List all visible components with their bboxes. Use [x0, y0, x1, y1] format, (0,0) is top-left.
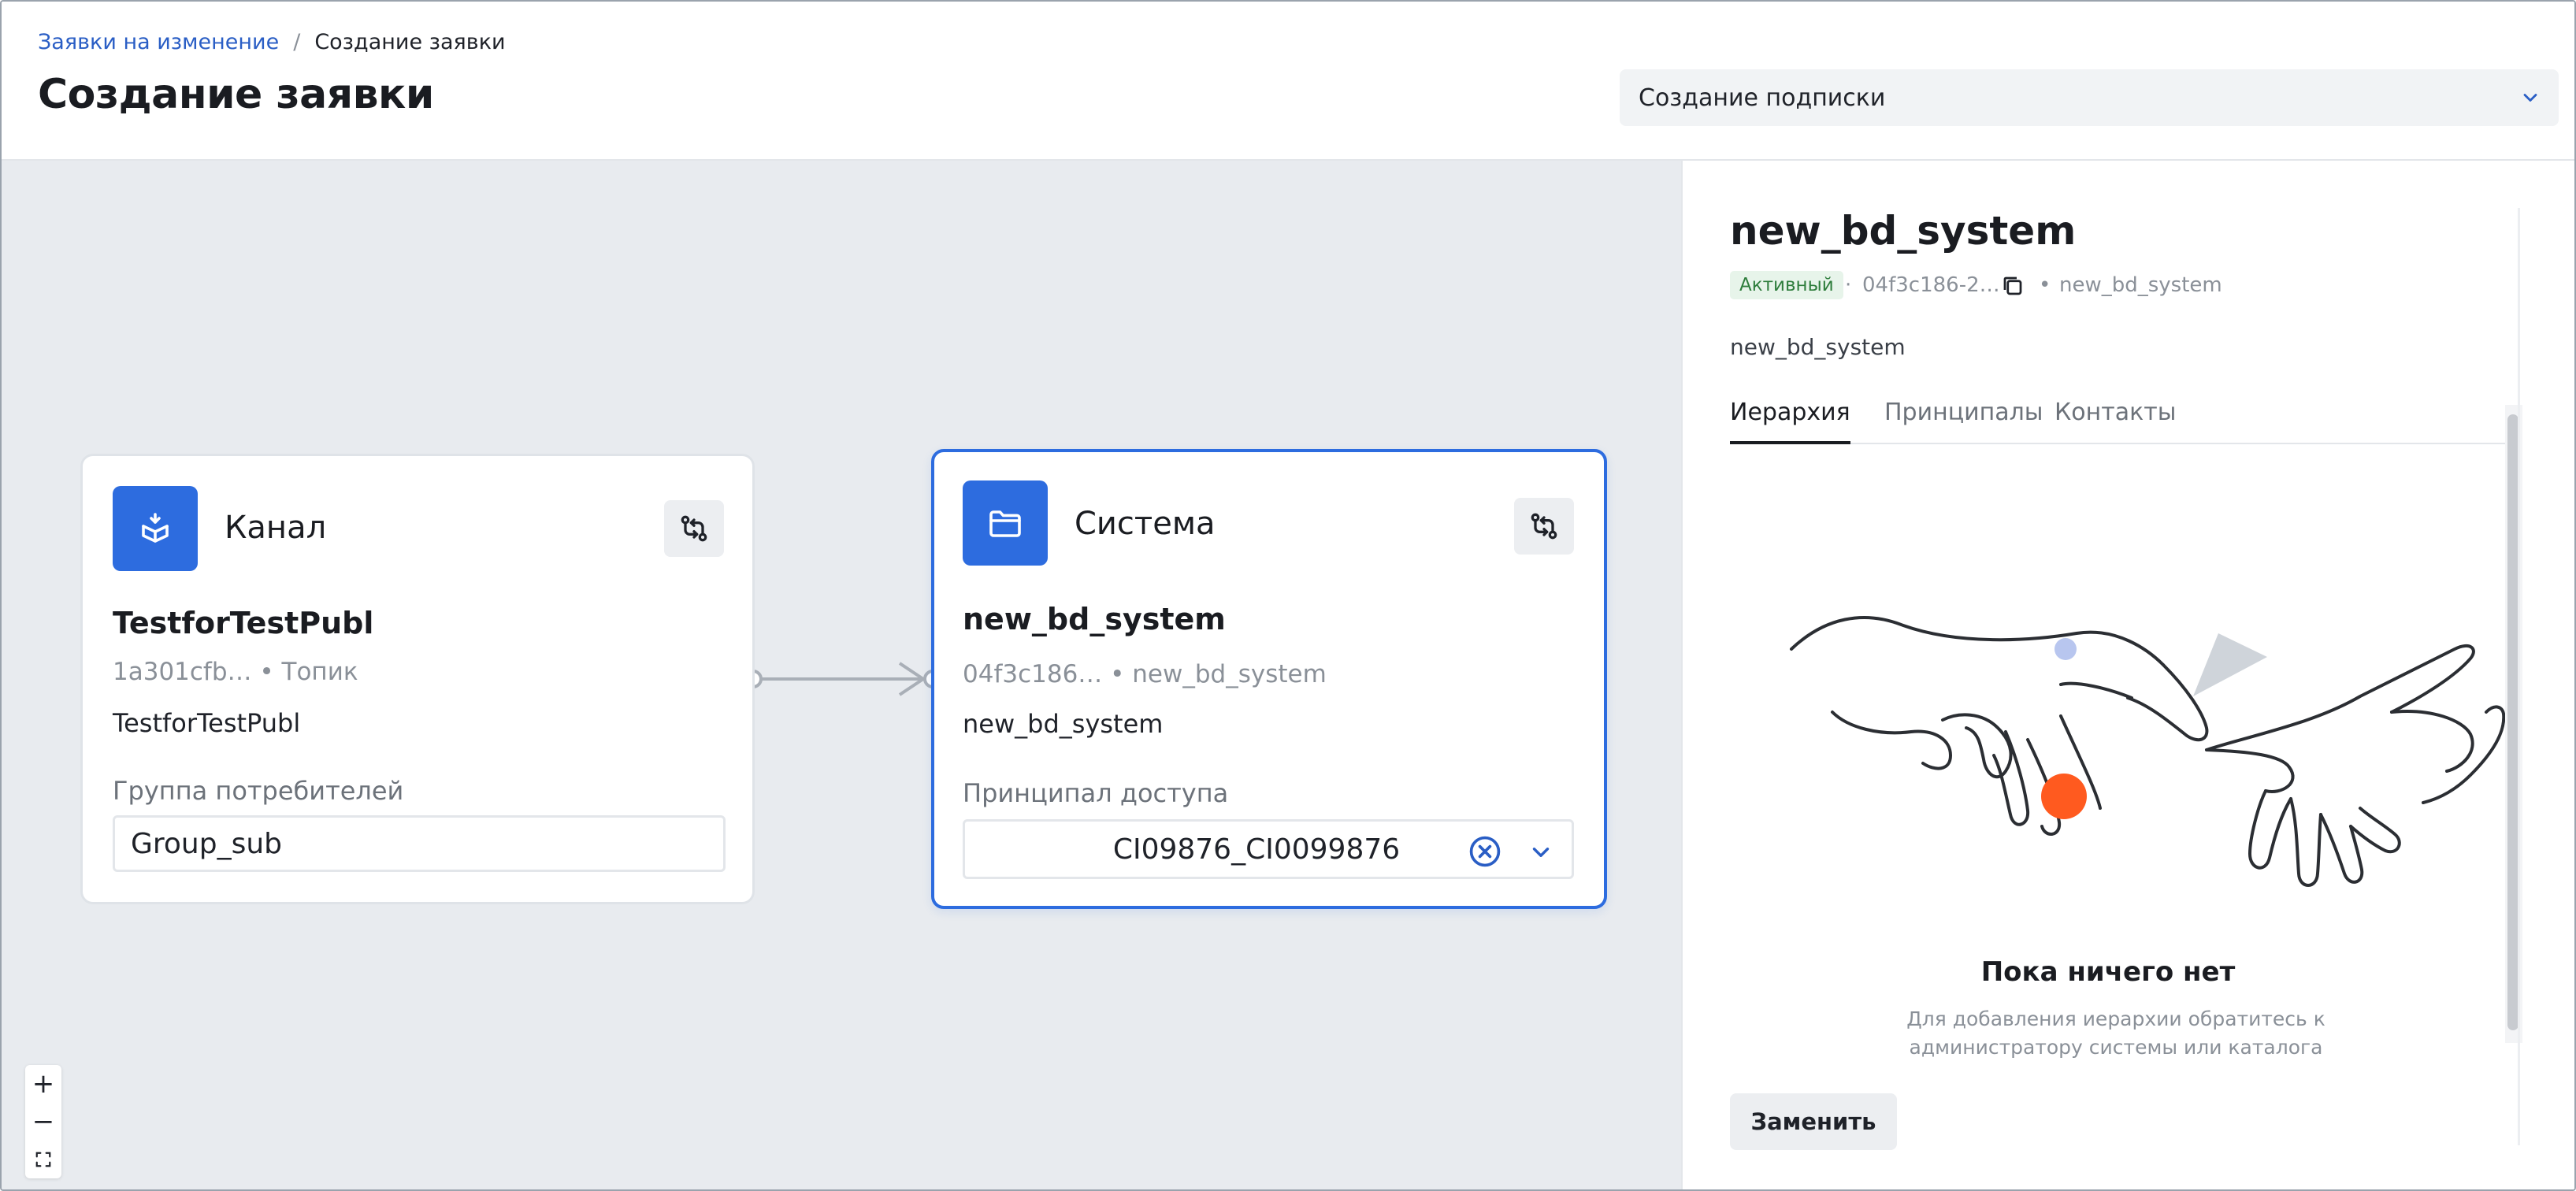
swap-icon [681, 515, 707, 542]
tab-contacts[interactable]: Контакты [2054, 399, 2176, 444]
node-description: TestforTestPubl [113, 708, 301, 738]
consumer-group-label: Группа потребителей [113, 776, 404, 806]
fit-view-icon [35, 1152, 51, 1167]
breadcrumb: Заявки на изменение / Создание заявки [38, 30, 506, 54]
request-type-value: Создание подписки [1639, 83, 1886, 112]
consumer-group-value: Group_sub [131, 827, 283, 860]
page-header: Заявки на изменение / Создание заявки Со… [2, 2, 2574, 161]
target-node-system[interactable]: Система new_bd_system 04f3c186… • new_bd… [931, 449, 1607, 909]
empty-state-title: Пока ничего нет [1980, 956, 2236, 988]
meta-separator: • [2039, 273, 2051, 297]
panel-tabs: Иерархия Принципалы Контакты [1730, 399, 2518, 444]
swap-button[interactable] [664, 500, 724, 557]
channel-icon [113, 486, 198, 571]
consumer-group-input[interactable]: Group_sub [113, 815, 726, 872]
system-name-meta: new_bd_system [2059, 273, 2222, 297]
node-description: new_bd_system [963, 709, 1164, 739]
meta-separator: · [1845, 273, 1852, 297]
swap-button[interactable] [1514, 498, 1574, 555]
breadcrumb-separator: / [293, 30, 301, 54]
panel-title: new_bd_system [1730, 208, 2077, 254]
panel-description: new_bd_system [1730, 334, 1906, 360]
clear-icon[interactable] [1468, 834, 1502, 869]
panel-divider [2518, 208, 2520, 1145]
chevron-down-icon[interactable] [1527, 839, 1554, 866]
page-title: Создание заявки [38, 71, 434, 118]
node-name: TestforTestPubl [113, 606, 374, 640]
status-badge: Активный [1730, 271, 1843, 299]
empty-state-illustration [1790, 616, 2506, 887]
node-name: new_bd_system [963, 602, 1226, 636]
tab-hierarchy[interactable]: Иерархия [1730, 399, 1850, 444]
replace-button[interactable]: Заменить [1730, 1093, 1897, 1150]
node-meta: 04f3c186… • new_bd_system [963, 660, 1327, 688]
system-id: 04f3c186-2… [1862, 273, 2000, 297]
scroll-thumb[interactable] [2507, 414, 2518, 1030]
zoom-controls: + − [25, 1065, 61, 1178]
tab-principals[interactable]: Принципалы [1884, 399, 2043, 444]
node-meta: 1a301cfb… • Топик [113, 658, 358, 686]
fit-view-button[interactable] [25, 1144, 61, 1175]
request-type-select[interactable]: Создание подписки [1620, 69, 2559, 126]
access-principal-label: Принципал доступа [963, 778, 1229, 808]
app-window: Заявки на изменение / Создание заявки Со… [0, 0, 2576, 1191]
copy-icon[interactable] [2001, 274, 2025, 298]
folder-icon [963, 480, 1048, 566]
zoom-in-button[interactable]: + [25, 1068, 61, 1100]
node-type-label: Канал [225, 510, 327, 546]
access-principal-value: CI09876_CI0099876 [1112, 833, 1401, 866]
access-principal-select[interactable]: CI09876_CI0099876 [963, 819, 1574, 879]
source-node-channel[interactable]: Канал TestforTestPubl 1a301cfb… • Топик … [80, 454, 755, 904]
chevron-down-icon [2523, 94, 2537, 102]
zoom-out-button[interactable]: − [25, 1106, 61, 1137]
empty-state-text: Для добавления иерархии обратитесь к адм… [1906, 1007, 2325, 1059]
details-panel: new_bd_system Активный · 04f3c186-2… • n… [1681, 161, 2574, 1189]
breadcrumb-current: Создание заявки [314, 30, 506, 54]
node-type-label: Система [1075, 506, 1216, 542]
diagram-canvas[interactable]: Канал TestforTestPubl 1a301cfb… • Топик … [2, 161, 1681, 1189]
swap-icon [1531, 513, 1557, 540]
breadcrumb-link-requests[interactable]: Заявки на изменение [38, 30, 279, 54]
